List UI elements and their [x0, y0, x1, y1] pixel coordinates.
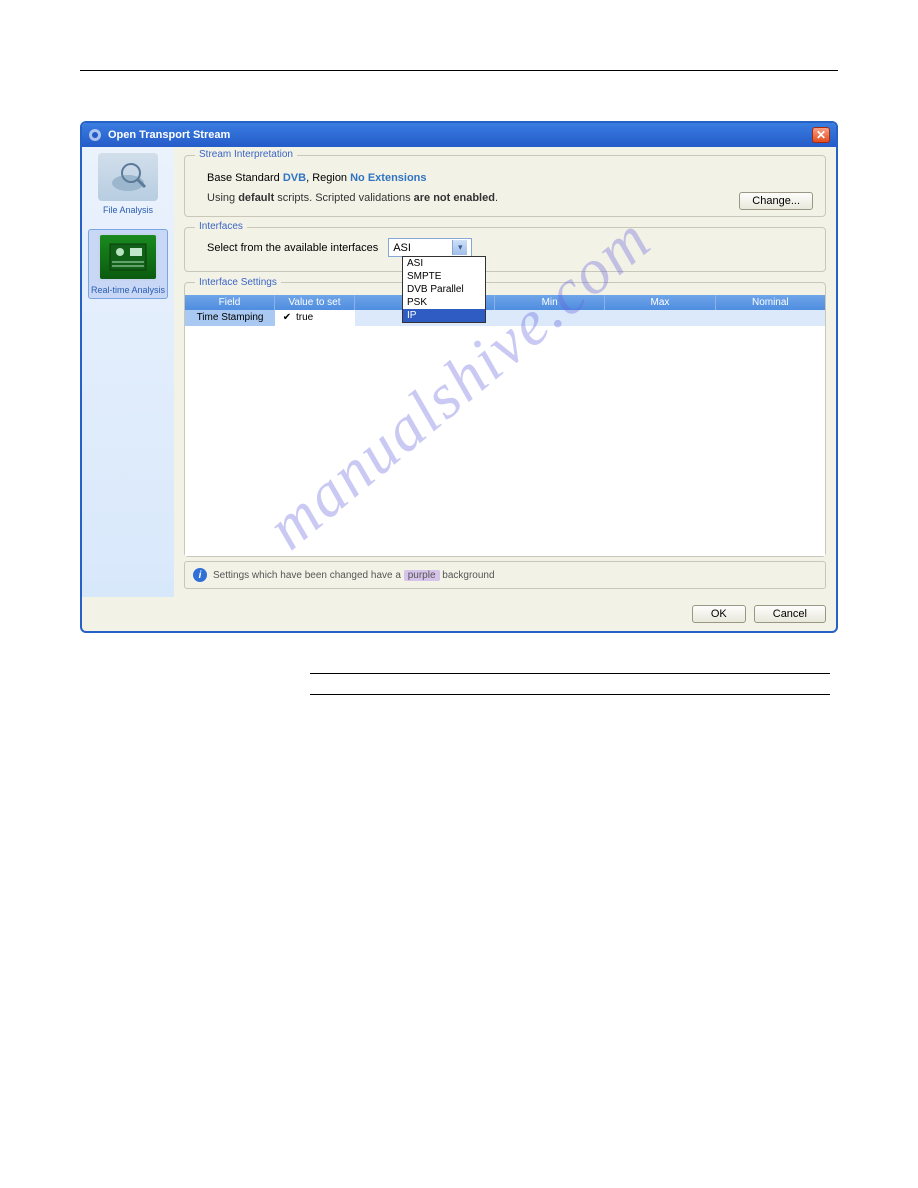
text: .: [495, 192, 498, 204]
sidebar: File Analysis Real-time Analysis: [82, 147, 174, 597]
dropdown-option[interactable]: DVB Parallel: [403, 283, 485, 296]
group-legend: Interface Settings: [195, 277, 281, 288]
sidebar-item-file-analysis[interactable]: File Analysis: [98, 153, 158, 215]
interface-select[interactable]: ASI ▾: [388, 238, 472, 257]
sidebar-item-label: File Analysis: [98, 205, 158, 215]
close-icon: ✕: [816, 129, 826, 141]
group-legend: Stream Interpretation: [195, 149, 297, 160]
window-title: Open Transport Stream: [108, 129, 230, 141]
text: Using: [207, 192, 238, 204]
dropdown-option[interactable]: IP: [403, 309, 485, 322]
stream-interpretation-group: Stream Interpretation Base Standard DVB,…: [184, 155, 826, 217]
close-button[interactable]: ✕: [812, 127, 830, 143]
info-bar: i Settings which have been changed have …: [184, 561, 826, 589]
text: Settings which have been changed have a: [213, 570, 404, 581]
checkmark-icon: ✔: [281, 312, 293, 324]
interface-settings-group: Interface Settings Field Value to set Un…: [184, 282, 826, 557]
info-icon: i: [193, 568, 207, 582]
table-row[interactable]: Time Stamping ✔true: [185, 310, 825, 326]
text: are not enabled: [414, 192, 495, 204]
group-legend: Interfaces: [195, 221, 247, 232]
purple-swatch: purple: [404, 570, 440, 581]
text: , Region: [306, 172, 350, 184]
select-value: ASI: [393, 242, 411, 254]
app-icon: [88, 128, 102, 142]
column-header-max: Max: [605, 295, 715, 310]
dropdown-option[interactable]: PSK: [403, 296, 485, 309]
dialog-footer: OK Cancel: [82, 597, 836, 631]
base-standard-line: Base Standard DVB, Region No Extensions: [207, 172, 813, 184]
base-standard-value: DVB: [283, 172, 306, 184]
sidebar-item-label: Real-time Analysis: [91, 285, 165, 295]
main-panel: Stream Interpretation Base Standard DVB,…: [174, 147, 836, 597]
column-header-field: Field: [185, 295, 275, 310]
table-header: Field Value to set Units Min Max Nominal: [185, 295, 825, 310]
dropdown-option[interactable]: ASI: [403, 257, 485, 270]
titlebar: Open Transport Stream ✕: [82, 123, 836, 147]
circuit-board-icon: [98, 233, 158, 281]
cell-value-text: true: [296, 312, 313, 323]
text: scripts. Scripted validations: [274, 192, 413, 204]
ok-button[interactable]: OK: [692, 605, 746, 623]
cell-value: ✔true: [275, 310, 355, 326]
dropdown-option[interactable]: SMPTE: [403, 270, 485, 283]
column-header-nominal: Nominal: [716, 295, 825, 310]
text: default: [238, 192, 274, 204]
text: background: [440, 570, 495, 581]
horizontal-rule: [310, 673, 830, 674]
region-value: No Extensions: [350, 172, 426, 184]
horizontal-rule: [80, 70, 838, 71]
text: Base Standard: [207, 172, 283, 184]
horizontal-rule: [310, 694, 830, 695]
dialog-window: Open Transport Stream ✕ File Analysis: [80, 121, 838, 633]
change-button[interactable]: Change...: [739, 192, 813, 210]
column-header-min: Min: [495, 295, 605, 310]
sidebar-item-realtime-analysis[interactable]: Real-time Analysis: [88, 229, 168, 299]
cell-field: Time Stamping: [185, 310, 275, 326]
interface-dropdown: ASI SMPTE DVB Parallel PSK IP: [402, 256, 486, 323]
info-text: Settings which have been changed have a …: [213, 570, 495, 581]
interfaces-label: Select from the available interfaces: [207, 242, 378, 254]
table-body-empty: [185, 326, 825, 556]
script-status-line: Using default scripts. Scripted validati…: [207, 192, 813, 204]
interfaces-group: Interfaces Select from the available int…: [184, 227, 826, 272]
magnifier-disc-icon: [98, 153, 158, 201]
chevron-down-icon: ▾: [452, 240, 467, 255]
column-header-value: Value to set: [275, 295, 355, 310]
cancel-button[interactable]: Cancel: [754, 605, 826, 623]
